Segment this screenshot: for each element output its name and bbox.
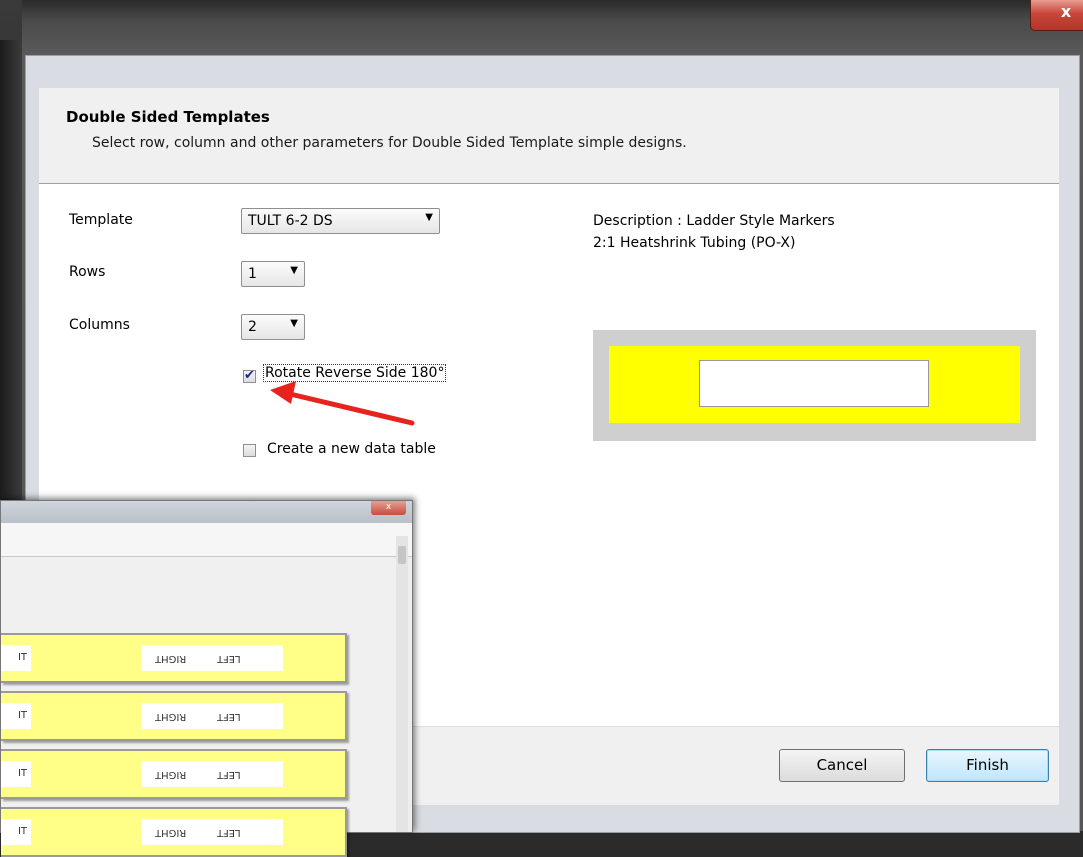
strip-right-text-1: RIGHT [155,769,187,780]
template-preview [593,330,1036,441]
strip-right-box: RIGHT LEFT [141,645,283,671]
strip-right-box: RIGHT LEFT [141,703,283,729]
strip-right-text-1: RIGHT [155,711,187,722]
columns-value: 2 [248,319,257,335]
template-label: Template [69,212,133,228]
strip-right-text-1: RIGHT [155,827,187,838]
new-data-table-checkbox[interactable] [243,444,256,457]
window-close-button[interactable]: x [1030,0,1083,31]
strip-right-text-2: LEFT [217,653,241,664]
preview-text-field [699,360,929,407]
strip-left-text: IT [1,761,31,787]
strip-left-text: IT [1,645,31,671]
template-dropdown[interactable]: TULT 6-2 DS ▼ [241,208,440,234]
columns-dropdown[interactable]: 2 ▼ [241,314,305,340]
label-strip: IT RIGHT LEFT [1,807,347,857]
chevron-down-icon: ▼ [290,265,298,276]
chevron-down-icon: ▼ [425,212,433,223]
overlay-close-button[interactable]: x [371,501,406,515]
checkmark-icon: ✔ [244,368,255,383]
label-strip: IT RIGHT LEFT [1,691,347,741]
rotate-reverse-text: Rotate Reverse Side 180° [263,364,447,382]
close-icon: x [385,502,392,512]
chevron-down-icon: ▼ [290,318,298,329]
overlay-toolbar [1,523,412,557]
label-strip: IT RIGHT LEFT [1,633,347,683]
cancel-button[interactable]: Cancel [779,749,905,782]
strip-right-text-2: LEFT [217,711,241,722]
description-line-2: 2:1 Heatshrink Tubing (PO-X) [593,235,796,251]
overlay-titlebar: x [1,501,412,523]
overlay-preview-area: IT RIGHT LEFT IT RIGHT LEFT IT RIGHT LEF… [1,557,396,857]
strip-right-text-2: LEFT [217,769,241,780]
description-line-1: Description : Ladder Style Markers [593,213,835,229]
strip-right-box: RIGHT LEFT [141,819,283,845]
overlay-scrollbar[interactable] [396,536,408,832]
rows-value: 1 [248,266,257,282]
strip-right-text-1: RIGHT [155,653,187,664]
rotate-reverse-label[interactable]: Rotate Reverse Side 180° [263,364,447,382]
strip-left-text: IT [1,703,31,729]
columns-label: Columns [69,317,130,333]
new-data-table-label[interactable]: Create a new data table [267,441,436,457]
strip-right-text-2: LEFT [217,827,241,838]
scrollbar-thumb[interactable] [398,546,406,564]
label-strip: IT RIGHT LEFT [1,749,347,799]
rotate-reverse-checkbox[interactable]: ✔ [243,368,256,383]
strip-left-text: IT [1,819,31,845]
close-icon: x [1060,2,1072,21]
preview-label [609,346,1020,423]
page-subtitle: Select row, column and other parameters … [92,135,687,151]
background-window-edge-left [0,40,22,510]
wizard-header: Double Sided Templates Select row, colum… [39,88,1059,184]
page-title: Double Sided Templates [66,108,270,126]
finish-button[interactable]: Finish [926,749,1049,782]
rows-label: Rows [69,264,106,280]
template-value: TULT 6-2 DS [248,213,333,229]
rows-dropdown[interactable]: 1 ▼ [241,261,305,287]
print-preview-window: x IT RIGHT LEFT IT RIGHT LEFT IT RIGHT L… [0,500,413,857]
strip-right-box: RIGHT LEFT [141,761,283,787]
